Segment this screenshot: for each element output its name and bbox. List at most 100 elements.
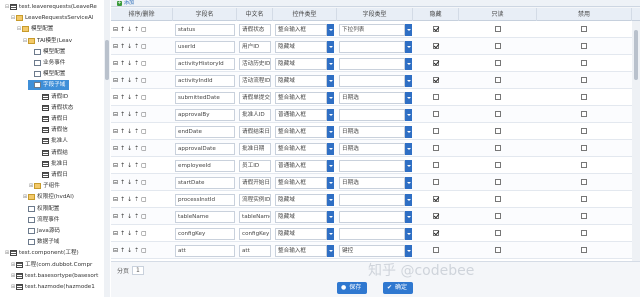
move-top-icon[interactable]: ⇡	[134, 60, 139, 67]
disabled-checkbox[interactable]	[581, 162, 587, 168]
cn-name-input[interactable]: 批准日期	[239, 143, 271, 155]
cn-name-input[interactable]: tableName	[239, 211, 271, 223]
control-type-select[interactable]: 隐藏域	[275, 75, 327, 87]
control-type-select[interactable]: 整合输入框	[275, 143, 327, 155]
cn-name-input[interactable]: configKey	[239, 228, 271, 240]
lock-icon[interactable]: ⊟	[113, 213, 118, 220]
disabled-checkbox[interactable]	[581, 128, 587, 134]
readonly-checkbox[interactable]	[495, 60, 501, 66]
move-top-icon[interactable]: ⇡	[134, 145, 139, 152]
control-type-select[interactable]: 普通输入框	[275, 160, 327, 172]
hidden-checkbox[interactable]	[433, 179, 439, 185]
chevron-down-icon[interactable]	[405, 245, 412, 257]
field-name-input[interactable]: configKey	[175, 228, 235, 240]
move-up-icon[interactable]: ↑	[120, 213, 125, 220]
lock-icon[interactable]: ⊟	[113, 145, 118, 152]
control-type-select[interactable]: 隐藏域	[275, 41, 327, 53]
delete-icon[interactable]: ▢	[141, 77, 147, 84]
control-type-select[interactable]: 整合输入框	[275, 24, 327, 36]
move-up-icon[interactable]: ↑	[120, 26, 125, 33]
field-name-input[interactable]: employeeId	[175, 160, 235, 172]
move-down-icon[interactable]: ↓	[127, 111, 132, 118]
disabled-checkbox[interactable]	[581, 111, 587, 117]
cn-name-input[interactable]: 请假状态	[239, 24, 271, 36]
field-name-input[interactable]: startDate	[175, 177, 235, 189]
chevron-down-icon[interactable]	[327, 109, 334, 121]
lock-icon[interactable]: ⊟	[113, 196, 118, 203]
field-name-input[interactable]: activityHistoryId	[175, 58, 235, 70]
move-down-icon[interactable]: ↓	[127, 60, 132, 67]
move-down-icon[interactable]: ↓	[127, 179, 132, 186]
delete-icon[interactable]: ▢	[141, 230, 147, 237]
lock-icon[interactable]: ⊟	[113, 60, 118, 67]
field-name-input[interactable]: tableName	[175, 211, 235, 223]
tree-node[interactable]: 批准日	[36, 159, 68, 169]
lock-icon[interactable]: ⊟	[113, 43, 118, 50]
move-up-icon[interactable]: ↑	[120, 230, 125, 237]
move-up-icon[interactable]: ↑	[120, 60, 125, 67]
chevron-down-icon[interactable]	[327, 245, 334, 257]
delete-icon[interactable]: ▢	[141, 111, 147, 118]
move-down-icon[interactable]: ↓	[127, 94, 132, 101]
field-type-select[interactable]	[339, 228, 405, 240]
move-down-icon[interactable]: ↓	[127, 213, 132, 220]
move-top-icon[interactable]: ⇡	[134, 94, 139, 101]
chevron-down-icon[interactable]	[405, 41, 412, 53]
readonly-checkbox[interactable]	[495, 162, 501, 168]
tree-node[interactable]: 模型配置	[28, 69, 65, 79]
hidden-checkbox[interactable]	[433, 94, 439, 100]
readonly-checkbox[interactable]	[495, 247, 501, 253]
move-down-icon[interactable]: ↓	[127, 43, 132, 50]
readonly-checkbox[interactable]	[495, 213, 501, 219]
field-type-select[interactable]: 键控	[339, 245, 405, 257]
chevron-down-icon[interactable]	[405, 211, 412, 223]
chevron-down-icon[interactable]	[405, 109, 412, 121]
tree-node[interactable]: 流程事件	[22, 215, 59, 225]
control-type-select[interactable]: 整合输入框	[275, 245, 327, 257]
delete-icon[interactable]: ▢	[141, 213, 147, 220]
chevron-down-icon[interactable]	[405, 177, 412, 189]
tree-node[interactable]: 批准人	[36, 136, 68, 146]
tree-scrollbar-thumb[interactable]	[105, 40, 109, 80]
chevron-down-icon[interactable]	[327, 75, 334, 87]
chevron-down-icon[interactable]	[327, 228, 334, 240]
tree-node[interactable]: 请假日	[36, 170, 68, 180]
move-top-icon[interactable]: ⇡	[134, 213, 139, 220]
cn-name-input[interactable]: 请假结束日期	[239, 126, 271, 138]
ok-button[interactable]: ✔ 确定	[383, 282, 414, 294]
control-type-select[interactable]: 整合输入框	[275, 126, 327, 138]
delete-icon[interactable]: ▢	[141, 26, 147, 33]
control-type-select[interactable]: 整合输入框	[275, 92, 327, 104]
lock-icon[interactable]: ⊟	[113, 111, 118, 118]
hidden-checkbox[interactable]	[433, 247, 439, 253]
lock-icon[interactable]: ⊟	[113, 162, 118, 169]
tree-node[interactable]: ⊟ 模型配置	[16, 24, 53, 34]
hidden-checkbox[interactable]	[433, 162, 439, 168]
disabled-checkbox[interactable]	[581, 94, 587, 100]
move-top-icon[interactable]: ⇡	[134, 230, 139, 237]
move-up-icon[interactable]: ↑	[120, 43, 125, 50]
field-type-select[interactable]	[339, 41, 405, 53]
field-type-select[interactable]: 日期选	[339, 126, 405, 138]
readonly-checkbox[interactable]	[495, 26, 501, 32]
disabled-checkbox[interactable]	[581, 247, 587, 253]
tree-node[interactable]: ⊟ test.leaverequests(LeaveRe	[4, 2, 97, 12]
move-up-icon[interactable]: ↑	[120, 128, 125, 135]
readonly-checkbox[interactable]	[495, 77, 501, 83]
move-top-icon[interactable]: ⇡	[134, 26, 139, 33]
tree-node[interactable]: ⊞ 权限控(hvdAl)	[22, 192, 74, 202]
move-top-icon[interactable]: ⇡	[134, 247, 139, 254]
move-top-icon[interactable]: ⇡	[134, 179, 139, 186]
cn-name-input[interactable]: 流程实例ID	[239, 194, 271, 206]
cn-name-input[interactable]: 批准人ID	[239, 109, 271, 121]
chevron-down-icon[interactable]	[327, 41, 334, 53]
tree-node[interactable]: 模型配置	[28, 47, 65, 57]
disabled-checkbox[interactable]	[581, 26, 587, 32]
cn-name-input[interactable]: 请假单提交日期	[239, 92, 271, 104]
tree-node[interactable]: 请假结	[36, 148, 68, 158]
save-button[interactable]: ● 保存	[337, 282, 368, 294]
readonly-checkbox[interactable]	[495, 43, 501, 49]
tree-node[interactable]: 请假日	[36, 114, 68, 124]
readonly-checkbox[interactable]	[495, 230, 501, 236]
chevron-down-icon[interactable]	[327, 177, 334, 189]
